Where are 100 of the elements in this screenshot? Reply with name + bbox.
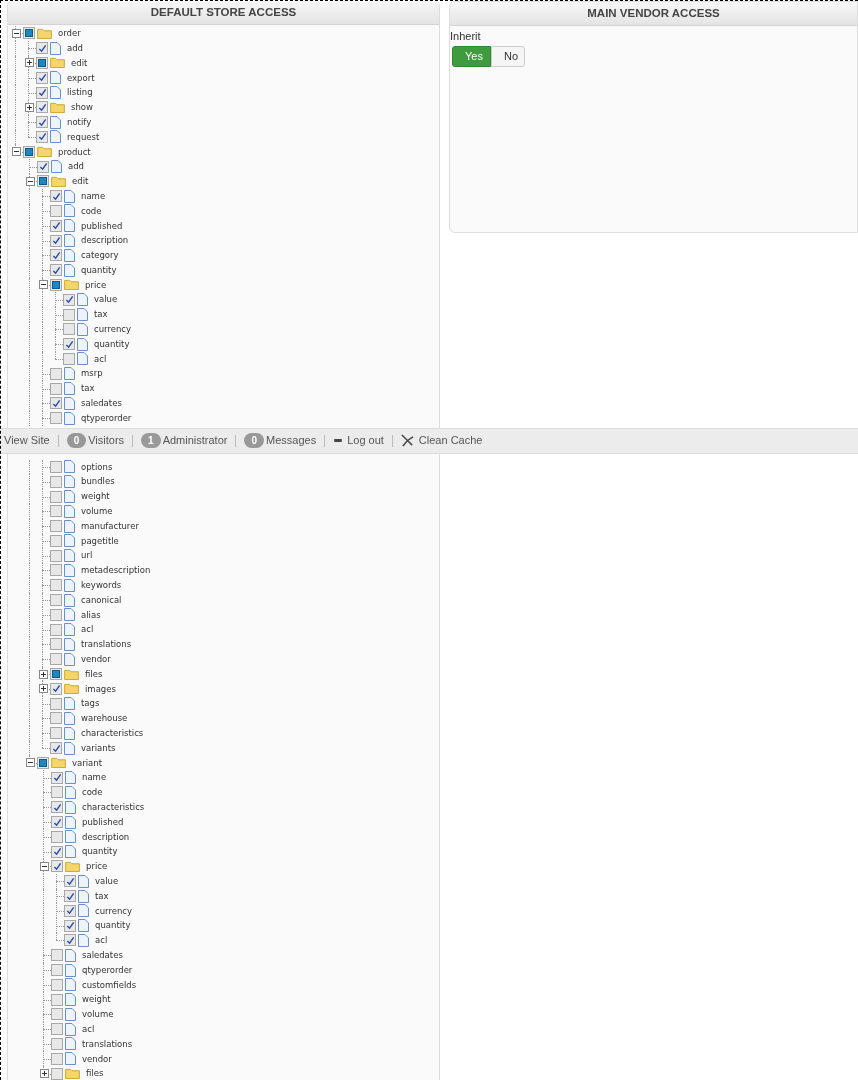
tree-item-label[interactable]: show <box>71 103 93 112</box>
tree-checkbox[interactable] <box>50 204 62 217</box>
tree-checkbox[interactable] <box>50 697 62 710</box>
tree-checkbox[interactable] <box>50 490 62 503</box>
tree-checkbox[interactable] <box>51 845 63 858</box>
expand-icon[interactable] <box>38 669 48 679</box>
tree-checkbox[interactable] <box>50 234 62 247</box>
tree-checkbox[interactable] <box>51 816 63 829</box>
tree-item-label[interactable]: canonical <box>81 595 122 605</box>
tree-item-label[interactable]: tax <box>95 891 109 901</box>
expand-icon[interactable] <box>24 102 34 112</box>
tree-checkbox[interactable] <box>50 668 62 681</box>
tree-item-label[interactable]: pagetitle <box>81 536 119 546</box>
tree-item-label[interactable]: category <box>81 251 119 260</box>
tree-checkbox[interactable] <box>36 71 48 84</box>
tree-checkbox[interactable] <box>50 264 62 277</box>
tree-item-label[interactable]: currency <box>95 906 133 916</box>
tree-item-label[interactable]: qtyperorder <box>81 413 132 423</box>
tree-checkbox[interactable] <box>51 786 63 799</box>
tree-checkbox[interactable] <box>50 594 62 607</box>
tree-item-label[interactable]: description <box>82 832 130 842</box>
tree-checkbox[interactable] <box>63 293 75 306</box>
tree-checkbox[interactable] <box>51 860 63 873</box>
clean-cache-link[interactable]: Clean Cache <box>400 432 483 449</box>
tree-checkbox[interactable] <box>51 1008 63 1021</box>
tree-item-label[interactable]: request <box>67 132 100 142</box>
tree-item-label[interactable]: price <box>86 862 108 871</box>
tree-checkbox[interactable] <box>23 145 35 158</box>
tree-checkbox[interactable] <box>50 190 62 203</box>
tree-item-label[interactable]: add <box>68 162 84 171</box>
view-site-link[interactable]: View Site <box>4 432 50 449</box>
tree-checkbox[interactable] <box>50 608 62 621</box>
tree-checkbox[interactable] <box>50 505 62 518</box>
tree-item-label[interactable]: variant <box>72 758 103 768</box>
tree-checkbox[interactable] <box>51 949 63 962</box>
tree-checkbox[interactable] <box>63 323 75 336</box>
tree-checkbox[interactable] <box>51 978 63 991</box>
tree-checkbox[interactable] <box>50 278 62 291</box>
tree-item-label[interactable]: tax <box>94 310 108 319</box>
tree-item-label[interactable]: listing <box>67 88 93 97</box>
tree-checkbox[interactable] <box>63 308 75 321</box>
tree-checkbox[interactable] <box>51 771 63 784</box>
tree-item-label[interactable]: warehouse <box>81 714 128 723</box>
tree-checkbox[interactable] <box>50 564 62 577</box>
tree-item-label[interactable]: tax <box>81 384 95 393</box>
tree-item-label[interactable]: acl <box>95 936 108 945</box>
tree-item-label[interactable]: export <box>67 73 95 83</box>
tree-checkbox[interactable] <box>50 712 62 725</box>
tree-checkbox[interactable] <box>51 1067 63 1080</box>
tree-item-label[interactable]: saledates <box>82 950 123 960</box>
tree-checkbox[interactable] <box>64 890 76 902</box>
tree-checkbox[interactable] <box>51 1038 63 1050</box>
tree-item-label[interactable]: quantity <box>95 921 131 930</box>
tree-checkbox[interactable] <box>64 875 76 888</box>
tree-item-label[interactable]: acl <box>94 354 107 364</box>
tree-checkbox[interactable] <box>50 475 62 488</box>
collapse-icon[interactable] <box>39 861 49 871</box>
tree-checkbox[interactable] <box>50 460 62 473</box>
tree-checkbox[interactable] <box>50 682 62 695</box>
tree-checkbox[interactable] <box>51 993 63 1006</box>
tree-checkbox[interactable] <box>23 27 35 40</box>
tree-checkbox[interactable] <box>50 219 62 232</box>
tree-checkbox[interactable] <box>36 42 48 55</box>
tree-item-label[interactable]: code <box>81 206 102 216</box>
tree-item-label[interactable]: notify <box>67 117 92 127</box>
expand-icon[interactable] <box>38 684 48 694</box>
tree-checkbox[interactable] <box>50 367 62 380</box>
tree-checkbox[interactable] <box>64 934 76 947</box>
tree-checkbox[interactable] <box>50 382 62 395</box>
tree-item-label[interactable]: order <box>58 29 81 38</box>
tree-item-label[interactable]: currency <box>94 325 132 334</box>
inherit-toggle-option[interactable]: Yes <box>452 45 491 67</box>
collapse-icon[interactable] <box>11 147 21 157</box>
tree-item-label[interactable]: saledates <box>81 399 122 408</box>
tree-checkbox[interactable] <box>64 919 76 932</box>
tree-item-label[interactable]: published <box>82 817 124 827</box>
tree-item-label[interactable]: acl <box>81 625 94 634</box>
tree-checkbox[interactable] <box>36 101 48 114</box>
tree-item-label[interactable]: weight <box>81 492 110 501</box>
tree-item-label[interactable]: translations <box>81 640 132 649</box>
tree-item-label[interactable]: variants <box>81 743 116 753</box>
tree-checkbox[interactable] <box>50 742 62 755</box>
expand-icon[interactable] <box>24 58 34 68</box>
tree-item-label[interactable]: characteristics <box>81 729 144 738</box>
collapse-icon[interactable] <box>25 758 35 768</box>
status-link[interactable]: 1 Administrator <box>141 432 228 449</box>
tree-checkbox[interactable] <box>50 397 62 410</box>
tree-checkbox[interactable] <box>51 830 63 843</box>
status-link[interactable]: 0 Visitors <box>66 432 125 449</box>
tree-item-label[interactable]: characteristics <box>82 803 145 812</box>
tree-checkbox[interactable] <box>36 116 48 129</box>
tree-item-label[interactable]: price <box>85 280 107 290</box>
tree-checkbox[interactable] <box>51 1052 63 1065</box>
tree-checkbox[interactable] <box>50 623 62 636</box>
tree-checkbox[interactable] <box>37 160 49 173</box>
tree-item-label[interactable]: manufacturer <box>81 521 139 531</box>
tree-checkbox[interactable] <box>50 534 62 547</box>
tree-checkbox[interactable] <box>50 249 62 262</box>
tree-item-label[interactable]: tags <box>81 699 100 708</box>
tree-item-label[interactable]: edit <box>71 58 88 68</box>
